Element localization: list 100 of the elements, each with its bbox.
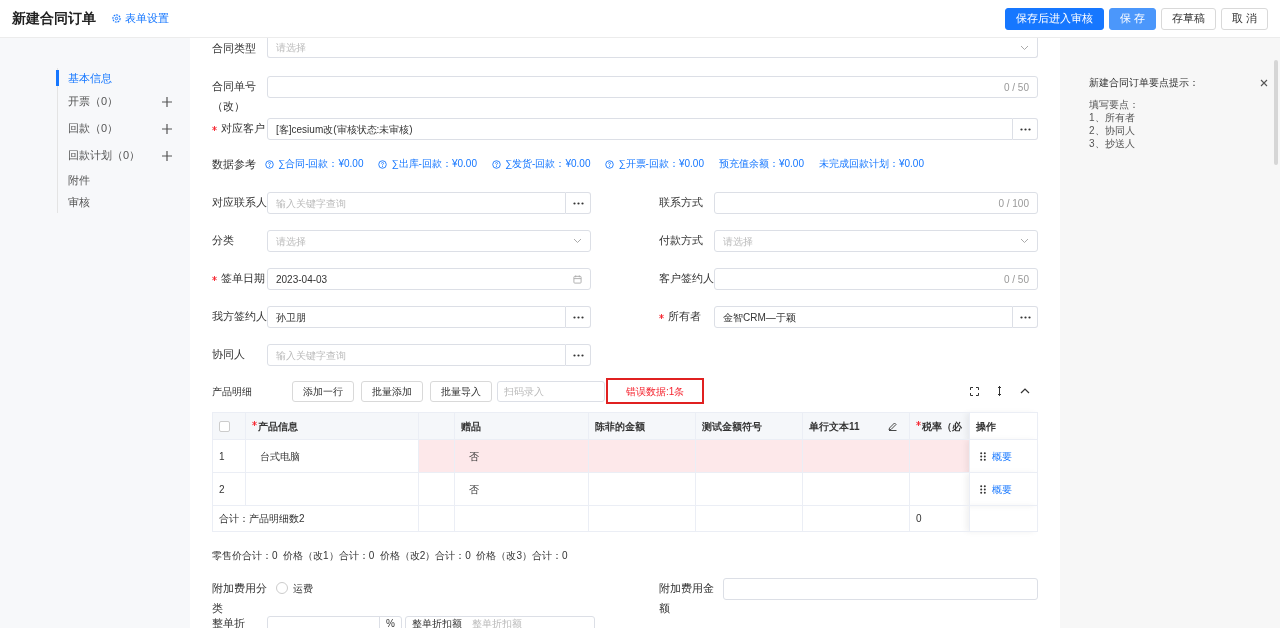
sidebar-item[interactable]: 附件 — [68, 171, 90, 189]
date-field[interactable]: 2023-04-03 — [267, 268, 591, 290]
scrollbar[interactable] — [1274, 60, 1278, 165]
action-button[interactable]: 保存后进入审核 — [1004, 7, 1104, 30]
sidebar-item[interactable]: 回款计划（0） — [68, 147, 141, 164]
more-icon — [1019, 127, 1031, 131]
data-reference-link[interactable]: 未完成回款计划：¥0.00 — [818, 154, 924, 174]
totals-summary: 零售价合计：0 价格（改1）合计：0 价格（改2）合计：0 价格（改3）合计：0 — [212, 549, 569, 563]
required-icon — [252, 421, 257, 426]
fullscreen-icon[interactable] — [970, 386, 979, 396]
field-label: 附加费用分类 — [212, 581, 268, 616]
calendar-icon[interactable] — [573, 274, 582, 284]
field-label: 对应客户 — [221, 121, 265, 136]
data-reference-link[interactable]: ∑开票-回款：¥0.00 — [618, 154, 704, 174]
section-label: 产品明细 — [212, 384, 253, 399]
radio-label[interactable]: 运费 — [293, 580, 313, 596]
field-label: 联系方式 — [659, 195, 703, 210]
pencil-icon[interactable] — [888, 421, 897, 431]
data-reference-link[interactable]: ∑合同-回款：¥0.00 — [278, 154, 364, 174]
column-header[interactable]: 操作 — [976, 418, 996, 434]
chevron-down-icon — [1020, 238, 1029, 244]
more-icon — [572, 201, 584, 205]
field-label: 对应联系人 — [212, 195, 267, 210]
column-header[interactable]: 产品信息 — [258, 418, 298, 434]
tip-line: 3、抄送人 — [1089, 137, 1136, 150]
field-label: 付款方式 — [659, 233, 703, 248]
tip-line: 填写要点： — [1089, 98, 1140, 111]
required-icon — [916, 421, 921, 426]
data-reference-link[interactable]: 预充值余额：¥0.00 — [718, 154, 804, 174]
tips-title: 新建合同订单要点提示： — [1089, 76, 1199, 90]
data-reference-link[interactable]: ∑发货-回款：¥0.00 — [504, 154, 591, 174]
summary-link[interactable]: 概要 — [992, 481, 1012, 497]
field-label: 整单折 — [212, 616, 246, 628]
field-label: 数据参考 — [212, 157, 256, 172]
column-header[interactable]: 赠品 — [461, 418, 481, 434]
total-label: 合计：产品明细数2 — [219, 513, 305, 524]
data-reference-link[interactable]: ∑出库-回款：¥0.00 — [391, 154, 477, 174]
row-number: 1 — [219, 450, 225, 462]
field-label: 所有者 — [668, 309, 701, 324]
page-title: 新建合同订单 — [12, 9, 96, 28]
more-button[interactable] — [566, 306, 591, 328]
collapse-icon[interactable] — [1020, 388, 1030, 394]
required-icon — [659, 314, 664, 319]
form-settings-link[interactable]: 表单设置 — [112, 10, 169, 27]
chevron-down-icon — [1020, 44, 1029, 51]
tip-line: 1、所有者 — [1089, 111, 1136, 124]
toolbar-button[interactable]: 批量添加 — [361, 380, 423, 402]
field-label: 我方签约人 — [212, 309, 267, 324]
sidebar-item[interactable]: 开票（0） — [68, 93, 119, 110]
close-icon[interactable] — [1260, 78, 1268, 87]
sidebar-item[interactable]: 回款（0） — [68, 120, 119, 137]
field-label: 签单日期 — [221, 271, 265, 286]
field-label: 合同单号（改） — [212, 79, 257, 114]
more-icon — [572, 315, 584, 319]
field-label: 分类 — [212, 233, 234, 248]
field-label: 合同类型 — [212, 41, 256, 56]
plus-icon[interactable] — [162, 123, 172, 134]
percent-input-field[interactable]: % — [267, 616, 402, 628]
toolbar-button[interactable]: 添加一行 — [292, 380, 354, 402]
more-icon — [1019, 315, 1031, 319]
help-icon[interactable] — [605, 159, 615, 169]
action-button[interactable]: 存草稿 — [1160, 7, 1216, 30]
table-cell: 否 — [469, 450, 479, 462]
input-field[interactable] — [723, 578, 1038, 600]
field-label: 客户签约人 — [659, 271, 714, 286]
row-number: 2 — [219, 483, 225, 495]
sidebar-item[interactable]: 审核 — [68, 193, 90, 211]
help-icon[interactable] — [378, 159, 388, 169]
table-cell: 0 — [916, 513, 922, 524]
chevron-down-icon — [573, 238, 582, 244]
input-field[interactable]: [客]cesium改(审核状态:未审核) — [267, 118, 1013, 140]
sidebar-item[interactable]: 基本信息 — [68, 69, 112, 87]
summary-link[interactable]: 概要 — [992, 448, 1012, 464]
help-icon[interactable] — [265, 159, 274, 169]
input-field[interactable]: 孙卫朋 — [267, 306, 566, 328]
plus-icon[interactable] — [162, 96, 172, 107]
required-icon — [212, 126, 217, 131]
help-icon[interactable] — [491, 159, 501, 169]
table-cell: 台式电脑 — [260, 450, 300, 462]
error-count-badge: 错误数据:1条 — [606, 378, 705, 404]
drag-handle-icon[interactable] — [980, 484, 986, 494]
plus-icon[interactable] — [162, 150, 172, 161]
toolbar-button[interactable]: 批量导入 — [430, 380, 492, 402]
more-icon — [572, 353, 584, 357]
more-button[interactable] — [1013, 118, 1038, 140]
field-label: 协同人 — [212, 347, 245, 362]
more-button[interactable] — [566, 192, 591, 214]
field-label: 附加费用金额 — [659, 581, 715, 616]
expand-rows-icon[interactable] — [997, 386, 1002, 396]
drag-handle-icon[interactable] — [980, 451, 986, 461]
select-all-checkbox[interactable] — [219, 421, 230, 433]
tip-line: 2、协同人 — [1089, 124, 1136, 137]
action-button[interactable]: 取 消 — [1220, 7, 1268, 30]
more-button[interactable] — [566, 344, 591, 366]
radio-button[interactable] — [276, 582, 288, 594]
more-button[interactable] — [1013, 306, 1038, 328]
table-cell: 否 — [469, 483, 479, 495]
input-field[interactable]: 金智CRM—于颖 — [714, 306, 1013, 328]
required-icon — [212, 276, 217, 281]
gear-icon — [112, 14, 121, 23]
